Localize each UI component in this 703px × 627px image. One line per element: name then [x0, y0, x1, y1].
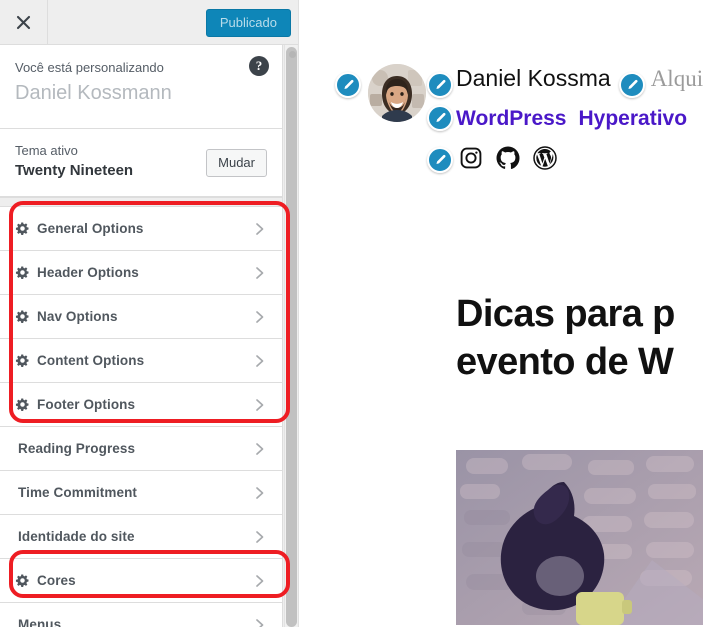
site-title[interactable]: Daniel Kossma [456, 65, 611, 91]
post-area: Dicas para p evento de W [299, 290, 703, 625]
site-header: Daniel Kossma Alqui WordPress Hyperativo [299, 0, 703, 173]
edit-title-pencil[interactable] [427, 72, 453, 98]
chevron-right-icon [254, 485, 268, 501]
sidebar-item-time-commitment[interactable]: Time Commitment [0, 471, 282, 515]
wordpress-icon[interactable] [533, 146, 557, 170]
chevron-right-icon [254, 573, 268, 589]
gear-icon [15, 310, 33, 324]
scrollbar-thumb-cap [289, 51, 296, 58]
active-theme-section: Tema ativo Twenty Nineteen Mudar [0, 129, 282, 197]
close-customizer-button[interactable] [0, 0, 48, 44]
sidebar-item-label: Cores [37, 572, 76, 588]
chevron-right-icon [254, 353, 268, 369]
chevron-right-icon [254, 529, 268, 545]
site-description-part-2: Hyperativo [578, 107, 688, 130]
chevron-right-icon [254, 221, 268, 237]
sidebar-item-identidade-do-site[interactable]: Identidade do site [0, 515, 282, 559]
avatar [368, 64, 426, 122]
sidebar-item-label: Nav Options [37, 308, 118, 324]
site-tagline: Alqui [650, 66, 703, 91]
social-links [459, 146, 557, 170]
publish-button[interactable]: Publicado [205, 9, 291, 37]
site-preview: Daniel Kossma Alqui WordPress Hyperativo [298, 0, 703, 627]
close-icon [16, 15, 31, 30]
sidebar-item-cores[interactable]: Cores [0, 559, 282, 603]
edit-tagline-pencil[interactable] [619, 72, 645, 98]
instagram-icon[interactable] [459, 146, 483, 170]
customizer-sections-list: General Options Header Options Nav Optio… [0, 207, 282, 627]
customizer-header-bar: Publicado [0, 0, 300, 45]
gear-icon [15, 574, 33, 588]
post-title-line-1[interactable]: Dicas para p [299, 290, 703, 338]
chevron-right-icon [254, 617, 268, 627]
sidebar-scrollbar-thumb[interactable] [286, 47, 297, 627]
post-featured-image [456, 450, 703, 625]
sidebar-item-label: Identidade do site [18, 528, 135, 544]
customizing-eyebrow: Você está personalizando [15, 60, 164, 75]
customizer-sidebar: Publicado Você está personalizando Danie… [0, 0, 300, 627]
chevron-right-icon [254, 309, 268, 325]
site-description-part-1: WordPress [456, 107, 567, 130]
edit-social-pencil[interactable] [427, 147, 453, 173]
chevron-right-icon [254, 397, 268, 413]
gear-icon [15, 266, 33, 280]
customizing-site-name: Daniel Kossmann [15, 82, 172, 104]
customizer-panel: Você está personalizando Daniel Kossmann… [0, 45, 283, 627]
sidebar-item-label: General Options [37, 220, 144, 236]
github-icon[interactable] [496, 146, 520, 170]
section-divider [0, 197, 282, 207]
sidebar-item-reading-progress[interactable]: Reading Progress [0, 427, 282, 471]
edit-avatar-pencil[interactable] [335, 72, 361, 98]
sidebar-scrollbar[interactable] [284, 45, 297, 627]
sidebar-item-label: Time Commitment [18, 484, 138, 500]
customizing-info: Você está personalizando Daniel Kossmann… [0, 45, 282, 129]
chevron-right-icon [254, 441, 268, 457]
sidebar-item-label: Footer Options [37, 396, 136, 412]
change-theme-button[interactable]: Mudar [206, 149, 267, 177]
sidebar-item-label: Header Options [37, 264, 139, 280]
sidebar-item-label: Reading Progress [18, 440, 136, 456]
sidebar-item-general-options[interactable]: General Options [0, 207, 282, 251]
edit-description-pencil[interactable] [427, 105, 453, 131]
gear-icon [15, 222, 33, 236]
site-title-row: Daniel Kossma Alqui [456, 63, 703, 94]
sidebar-item-header-options[interactable]: Header Options [0, 251, 282, 295]
site-description: WordPress Hyperativo [456, 104, 687, 134]
sidebar-item-menus[interactable]: Menus [0, 603, 282, 627]
sidebar-item-nav-options[interactable]: Nav Options [0, 295, 282, 339]
chevron-right-icon [254, 265, 268, 281]
customizer-screen: Publicado Você está personalizando Danie… [0, 0, 703, 627]
gear-icon [15, 354, 33, 368]
help-circle-icon[interactable]: ? [249, 56, 269, 76]
sidebar-item-label: Content Options [37, 352, 145, 368]
sidebar-item-content-options[interactable]: Content Options [0, 339, 282, 383]
sidebar-item-footer-options[interactable]: Footer Options [0, 383, 282, 427]
gear-icon [15, 398, 33, 412]
sidebar-item-label: Menus [18, 616, 62, 627]
post-title-line-2[interactable]: evento de W [299, 338, 703, 386]
